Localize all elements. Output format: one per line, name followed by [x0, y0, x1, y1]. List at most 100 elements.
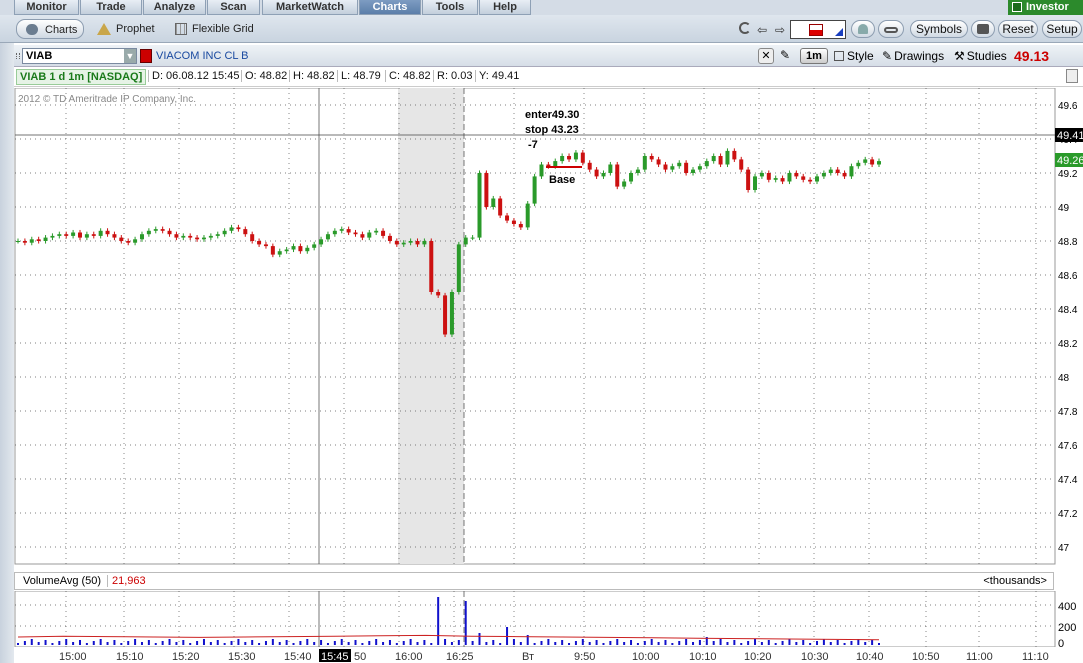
symbols-button[interactable]: Symbols [910, 20, 968, 38]
candle-body [387, 235, 392, 241]
candle-body [208, 235, 213, 238]
pencil-icon[interactable]: ✎ [780, 48, 790, 62]
tab-tools[interactable]: Tools [422, 0, 478, 15]
candle-body [766, 173, 771, 180]
time-tick: 10:50 [912, 651, 940, 663]
price-chart[interactable]: 2012 © TD Ameritrade IP Company, Inc. en… [14, 88, 1083, 565]
candle-body [856, 162, 861, 167]
candle-body [518, 224, 523, 228]
volume-bar [85, 643, 88, 645]
candle-body [270, 246, 275, 255]
candle-body [835, 169, 840, 173]
price-tick: 47.8 [1058, 407, 1078, 418]
link-button[interactable] [878, 20, 904, 38]
arrow-left-icon[interactable]: ⇦ [757, 23, 767, 37]
charts-icon [26, 24, 38, 35]
charts-subtab[interactable]: Charts [16, 19, 84, 39]
candle-body [601, 173, 606, 177]
candle-body [263, 244, 268, 247]
volume-bar [223, 643, 226, 645]
tab-marketwatch[interactable]: MarketWatch [262, 0, 358, 15]
style-button[interactable]: Style [834, 49, 874, 63]
volume-bar [430, 643, 433, 645]
price-tick: 48.2 [1058, 339, 1078, 350]
alert-bell-button[interactable] [851, 20, 875, 38]
volume-bar [864, 642, 867, 645]
back-icon[interactable] [739, 22, 751, 34]
candle-body [243, 229, 248, 235]
volume-bar [416, 642, 419, 645]
candle-body [739, 159, 744, 170]
investor-tab[interactable]: Investor [1008, 0, 1083, 15]
volume-bar [512, 639, 515, 645]
volume-bar [113, 640, 116, 645]
candle-body [725, 150, 730, 165]
candle-body [325, 234, 330, 240]
candle-body [181, 235, 186, 238]
volume-bar [244, 642, 247, 645]
candle-body [160, 229, 165, 231]
volume-bar [478, 633, 481, 645]
tab-scan[interactable]: Scan [207, 0, 260, 15]
reset-button[interactable]: Reset [998, 20, 1038, 38]
volume-bar [540, 641, 543, 645]
volume-bar [292, 643, 295, 645]
volume-bar [278, 642, 281, 645]
candle-body [16, 241, 20, 242]
time-tick: 50 [354, 651, 366, 663]
candle-body [415, 241, 420, 245]
crosshair-icon[interactable]: ✕ [758, 48, 774, 64]
candle-body [821, 173, 826, 177]
candle-body [195, 237, 200, 240]
panel-handle [16, 53, 20, 59]
volume-bar [547, 639, 550, 645]
arrow-right-icon[interactable]: ⇨ [775, 23, 785, 37]
symbol-color-swatch[interactable] [140, 49, 152, 63]
volume-bar [574, 641, 577, 645]
volume-bar [395, 643, 398, 645]
candle-body [773, 178, 778, 180]
candle-body [319, 239, 324, 245]
y-value: Y: 49.41 [475, 70, 519, 82]
volume-bar [664, 640, 667, 645]
tab-charts[interactable]: Charts [359, 0, 421, 15]
prophet-subtab[interactable]: Prophet [94, 19, 164, 39]
drawings-icon: ✎ [882, 49, 893, 63]
volume-bar [306, 639, 309, 645]
time-tick: 10:20 [744, 651, 772, 663]
candle-body [525, 203, 530, 228]
candle-body [505, 215, 510, 221]
candle-body [463, 237, 468, 245]
volume-bar [464, 601, 467, 645]
symbol-dropdown-icon[interactable]: ▼ [124, 49, 136, 63]
candle-body [456, 244, 461, 292]
candle-body [704, 161, 709, 167]
volume-bar [740, 643, 743, 645]
charts-subtab-label: Charts [45, 24, 78, 36]
candle-body [250, 234, 255, 241]
volume-chart[interactable]: 400 200 0 [14, 591, 1083, 647]
time-tick: 16:00 [395, 651, 423, 663]
symbol-input[interactable]: VIAB [22, 48, 137, 64]
tab-trade[interactable]: Trade [80, 0, 142, 15]
print-button[interactable] [971, 20, 995, 38]
tab-monitor[interactable]: Monitor [14, 0, 79, 15]
candle-body [532, 176, 537, 204]
candle-body [470, 237, 475, 239]
price-tick: 48.6 [1058, 271, 1078, 282]
collapse-icon[interactable] [1066, 69, 1078, 83]
setup-button[interactable]: Setup [1042, 20, 1082, 38]
studies-button[interactable]: ⚒ Studies [954, 49, 1007, 63]
tab-help[interactable]: Help [479, 0, 531, 15]
flexible-grid-subtab[interactable]: Flexible Grid [172, 19, 262, 39]
flexible-grid-subtab-label: Flexible Grid [192, 23, 254, 35]
tab-analyze[interactable]: Analyze [143, 0, 206, 15]
last-price: 49.13 [1014, 48, 1050, 64]
interval-button[interactable]: 1m [800, 48, 828, 64]
volume-bar [202, 639, 205, 645]
range-value: R: 0.03 [433, 70, 472, 82]
volume-bar [636, 643, 639, 645]
layout-box[interactable] [790, 20, 846, 39]
date-value: D: 06.08.12 15:45 [148, 70, 239, 82]
drawings-button[interactable]: ✎ Drawings [882, 49, 944, 63]
